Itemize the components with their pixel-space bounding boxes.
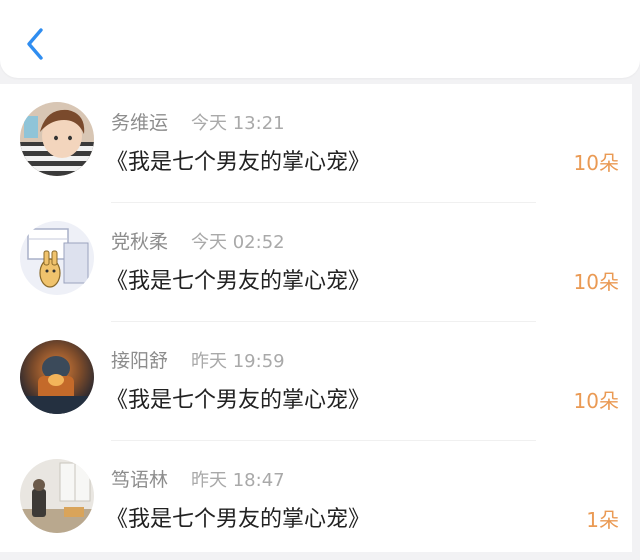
send-time: 今天 13:21 (191, 113, 285, 134)
flower-count: 10朵 (573, 389, 619, 413)
sender-name: 务维运 (111, 112, 169, 134)
top-nav-bar (0, 0, 640, 78)
book-title[interactable]: 《我是七个男友的掌心宠》 (106, 382, 370, 414)
sender-name: 笃语林 (111, 469, 169, 491)
back-button[interactable] (18, 24, 52, 64)
send-time: 昨天 18:47 (191, 470, 285, 491)
book-title[interactable]: 《我是七个男友的掌心宠》 (106, 144, 370, 176)
send-time: 今天 02:52 (191, 232, 285, 253)
flower-count: 1朵 (586, 508, 619, 532)
flower-count: 10朵 (573, 151, 619, 175)
send-time: 昨天 19:59 (191, 351, 285, 372)
book-title[interactable]: 《我是七个男友的掌心宠》 (106, 501, 370, 533)
avatar[interactable] (20, 340, 94, 414)
chevron-left-icon (27, 28, 43, 60)
list-item[interactable]: 接阳舒 昨天 19:59 《我是七个男友的掌心宠》 10朵 (0, 322, 632, 441)
scrollbar[interactable] (632, 84, 640, 552)
avatar[interactable] (20, 459, 94, 533)
sender-name: 接阳舒 (111, 350, 169, 372)
list-item[interactable]: 党秋柔 今天 02:52 《我是七个男友的掌心宠》 10朵 (0, 203, 632, 322)
list-item[interactable]: 笃语林 昨天 18:47 《我是七个男友的掌心宠》 1朵 (0, 441, 632, 560)
sender-name: 党秋柔 (111, 231, 169, 253)
list-item[interactable]: 务维运 今天 13:21 《我是七个男友的掌心宠》 10朵 (0, 84, 632, 203)
book-title[interactable]: 《我是七个男友的掌心宠》 (106, 263, 370, 295)
avatar[interactable] (20, 102, 94, 176)
gift-record-list: 务维运 今天 13:21 《我是七个男友的掌心宠》 10朵 党秋柔 今天 02:… (0, 84, 632, 552)
flower-count: 10朵 (573, 270, 619, 294)
avatar[interactable] (20, 221, 94, 295)
